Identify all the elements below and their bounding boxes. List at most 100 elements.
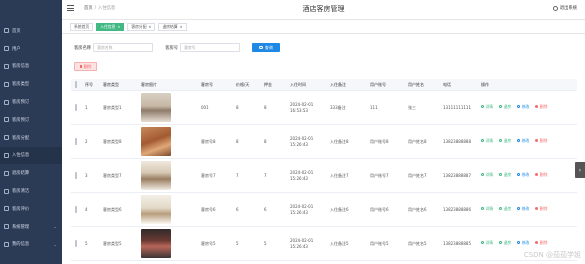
detail-icon xyxy=(481,105,484,108)
tab-item[interactable]: 客房分配 × xyxy=(127,22,156,31)
checkout-button[interactable]: 退房 xyxy=(499,172,511,178)
row-actions: 详情 退房 修改 删除 xyxy=(479,104,577,112)
room-name-input[interactable]: 客房名称 xyxy=(93,43,154,52)
sidebar-item[interactable]: 首页 xyxy=(0,22,62,40)
sidebar-item[interactable]: 我的信息 ⌄ xyxy=(0,236,62,254)
cell-phone: 13823888885 xyxy=(443,240,471,246)
checkout-button[interactable]: 退房 xyxy=(499,138,511,144)
edit-icon xyxy=(517,241,521,244)
sidebar-item[interactable]: 用户 xyxy=(0,40,62,58)
sidebar-item[interactable]: 入住信息 xyxy=(0,146,62,165)
sidebar-item-label: 我的信息 xyxy=(12,242,30,248)
cell-price: 5 xyxy=(236,240,239,246)
main-content: 客房名称 客房名称 客房号 客房号 查询 删除 序号 客房类型 客房图片 客房号 价格/… xyxy=(62,34,585,264)
checkin-icon xyxy=(4,152,9,158)
cell-name: 用户姓名6 xyxy=(408,206,427,212)
delete-button[interactable]: 删除 xyxy=(535,172,547,178)
close-icon[interactable]: × xyxy=(117,25,120,29)
cell-deposit: 6 xyxy=(264,206,267,212)
sidebar-item[interactable]: 客房评价 xyxy=(0,200,62,218)
tab-label: 客房分配 xyxy=(131,23,147,29)
sidebar-item[interactable]: 系统管理 ⌄ xyxy=(0,218,62,236)
cell-price: 8 xyxy=(236,104,239,110)
column-header: 客房图片 xyxy=(141,81,157,87)
close-icon[interactable]: × xyxy=(180,25,183,29)
review-icon xyxy=(4,206,9,212)
cell-phone: 13823888887 xyxy=(443,172,471,178)
detail-icon xyxy=(481,207,484,210)
search-button-label: 查询 xyxy=(264,44,273,50)
cell-account: 111 xyxy=(370,104,378,110)
row-checkbox[interactable] xyxy=(75,205,77,213)
room-image xyxy=(141,127,171,156)
batch-delete-button[interactable]: 删除 xyxy=(74,62,97,71)
action-group: 详情 退房 修改 删除 xyxy=(481,104,577,112)
cell-name: 用户姓名5 xyxy=(408,240,427,246)
edit-button[interactable]: 修改 xyxy=(517,240,529,246)
checkout-button[interactable]: 退房 xyxy=(499,240,511,246)
cell-type: 客房类型6 xyxy=(103,206,122,212)
row-actions: 详情 退房 修改 删除 xyxy=(479,138,577,146)
cell-phone: 13111111111 xyxy=(443,104,471,110)
edit-button-label: 修改 xyxy=(521,205,530,211)
close-icon[interactable]: × xyxy=(149,25,152,29)
row-actions: 详情 退房 修改 删除 xyxy=(479,240,577,248)
del-icon xyxy=(535,139,539,142)
row-checkbox[interactable] xyxy=(75,239,77,247)
detail-button[interactable]: 详情 xyxy=(481,138,493,144)
sidebar-item[interactable]: 客房分配 xyxy=(0,129,62,147)
sidebar-header xyxy=(0,0,62,22)
delete-button[interactable]: 删除 xyxy=(535,104,547,110)
collapse-arrow-icon[interactable]: › xyxy=(575,162,585,178)
cell-name: 用户姓名8 xyxy=(408,138,427,144)
edit-button[interactable]: 修改 xyxy=(517,206,529,212)
action-group: 详情 退房 修改 删除 xyxy=(481,240,577,248)
edit-button[interactable]: 修改 xyxy=(517,104,529,110)
tab-item[interactable]: 系统首页 xyxy=(70,22,94,31)
checkout-button[interactable]: 退房 xyxy=(499,104,511,110)
delete-button[interactable]: 删除 xyxy=(535,206,547,212)
table-row: 3 客房类型7 客房号7 7 7 2024-02-01 15:26:43 入住备注7 用户账号… xyxy=(71,159,577,193)
sidebar-item[interactable]: 客房信息 xyxy=(0,58,62,76)
room-image-cell xyxy=(139,229,199,258)
room-image-cell xyxy=(139,195,199,224)
sidebar-item-label: 客房分配 xyxy=(12,135,30,141)
checkout-button-label: 退房 xyxy=(503,137,512,143)
table-row: 2 客房类型8 客房号8 8 8 2024-02-01 15:26:43 入住备注8 用户账号… xyxy=(71,125,577,159)
search-button[interactable]: 查询 xyxy=(252,43,281,52)
delete-button[interactable]: 删除 xyxy=(535,240,547,246)
detail-button[interactable]: 详情 xyxy=(481,206,493,212)
edit-button[interactable]: 修改 xyxy=(517,138,529,144)
power-icon xyxy=(552,5,558,11)
logout-button[interactable]: 退出系统 xyxy=(552,5,577,11)
sidebar-item[interactable]: 客房类型 xyxy=(0,75,62,93)
room-number-input[interactable]: 客房号 xyxy=(180,43,241,52)
row-checkbox[interactable] xyxy=(75,103,77,111)
edit-button-label: 修改 xyxy=(521,137,530,143)
edit-button-label: 修改 xyxy=(521,171,530,177)
detail-button[interactable]: 详情 xyxy=(481,104,493,110)
cell-idx: 4 xyxy=(85,206,88,212)
sidebar-item[interactable]: 客房预订 xyxy=(0,111,62,129)
detail-button[interactable]: 详情 xyxy=(481,240,493,246)
sidebar-item[interactable]: 客房预订 xyxy=(0,93,62,111)
sidebar-item[interactable]: 退房结算 xyxy=(0,164,62,182)
edit-button[interactable]: 修改 xyxy=(517,172,529,178)
cell-room_no: 客房号6 xyxy=(201,206,216,212)
cell-note: 入住备注5 xyxy=(330,240,349,246)
select-all-checkbox[interactable] xyxy=(75,81,77,88)
row-actions: 详情 退房 修改 删除 xyxy=(479,172,577,180)
checkout-button[interactable]: 退房 xyxy=(499,206,511,212)
tab-item[interactable]: 退房结算 × xyxy=(158,22,187,31)
watermark: CSDN @茄茄学姐 xyxy=(523,251,581,259)
cell-time: 2024-02-01 15:26:43 xyxy=(290,237,314,249)
detail-button[interactable]: 详情 xyxy=(481,172,493,178)
user-icon xyxy=(4,46,9,52)
row-checkbox[interactable] xyxy=(75,171,77,179)
tab-item[interactable]: 入住信息 × xyxy=(96,22,125,31)
detail-button-label: 详情 xyxy=(485,103,494,109)
system-title: 酒店客房管理 xyxy=(302,5,345,13)
sidebar-item[interactable]: 客房清洁 xyxy=(0,182,62,200)
delete-button[interactable]: 删除 xyxy=(535,138,547,144)
row-checkbox[interactable] xyxy=(75,137,77,145)
